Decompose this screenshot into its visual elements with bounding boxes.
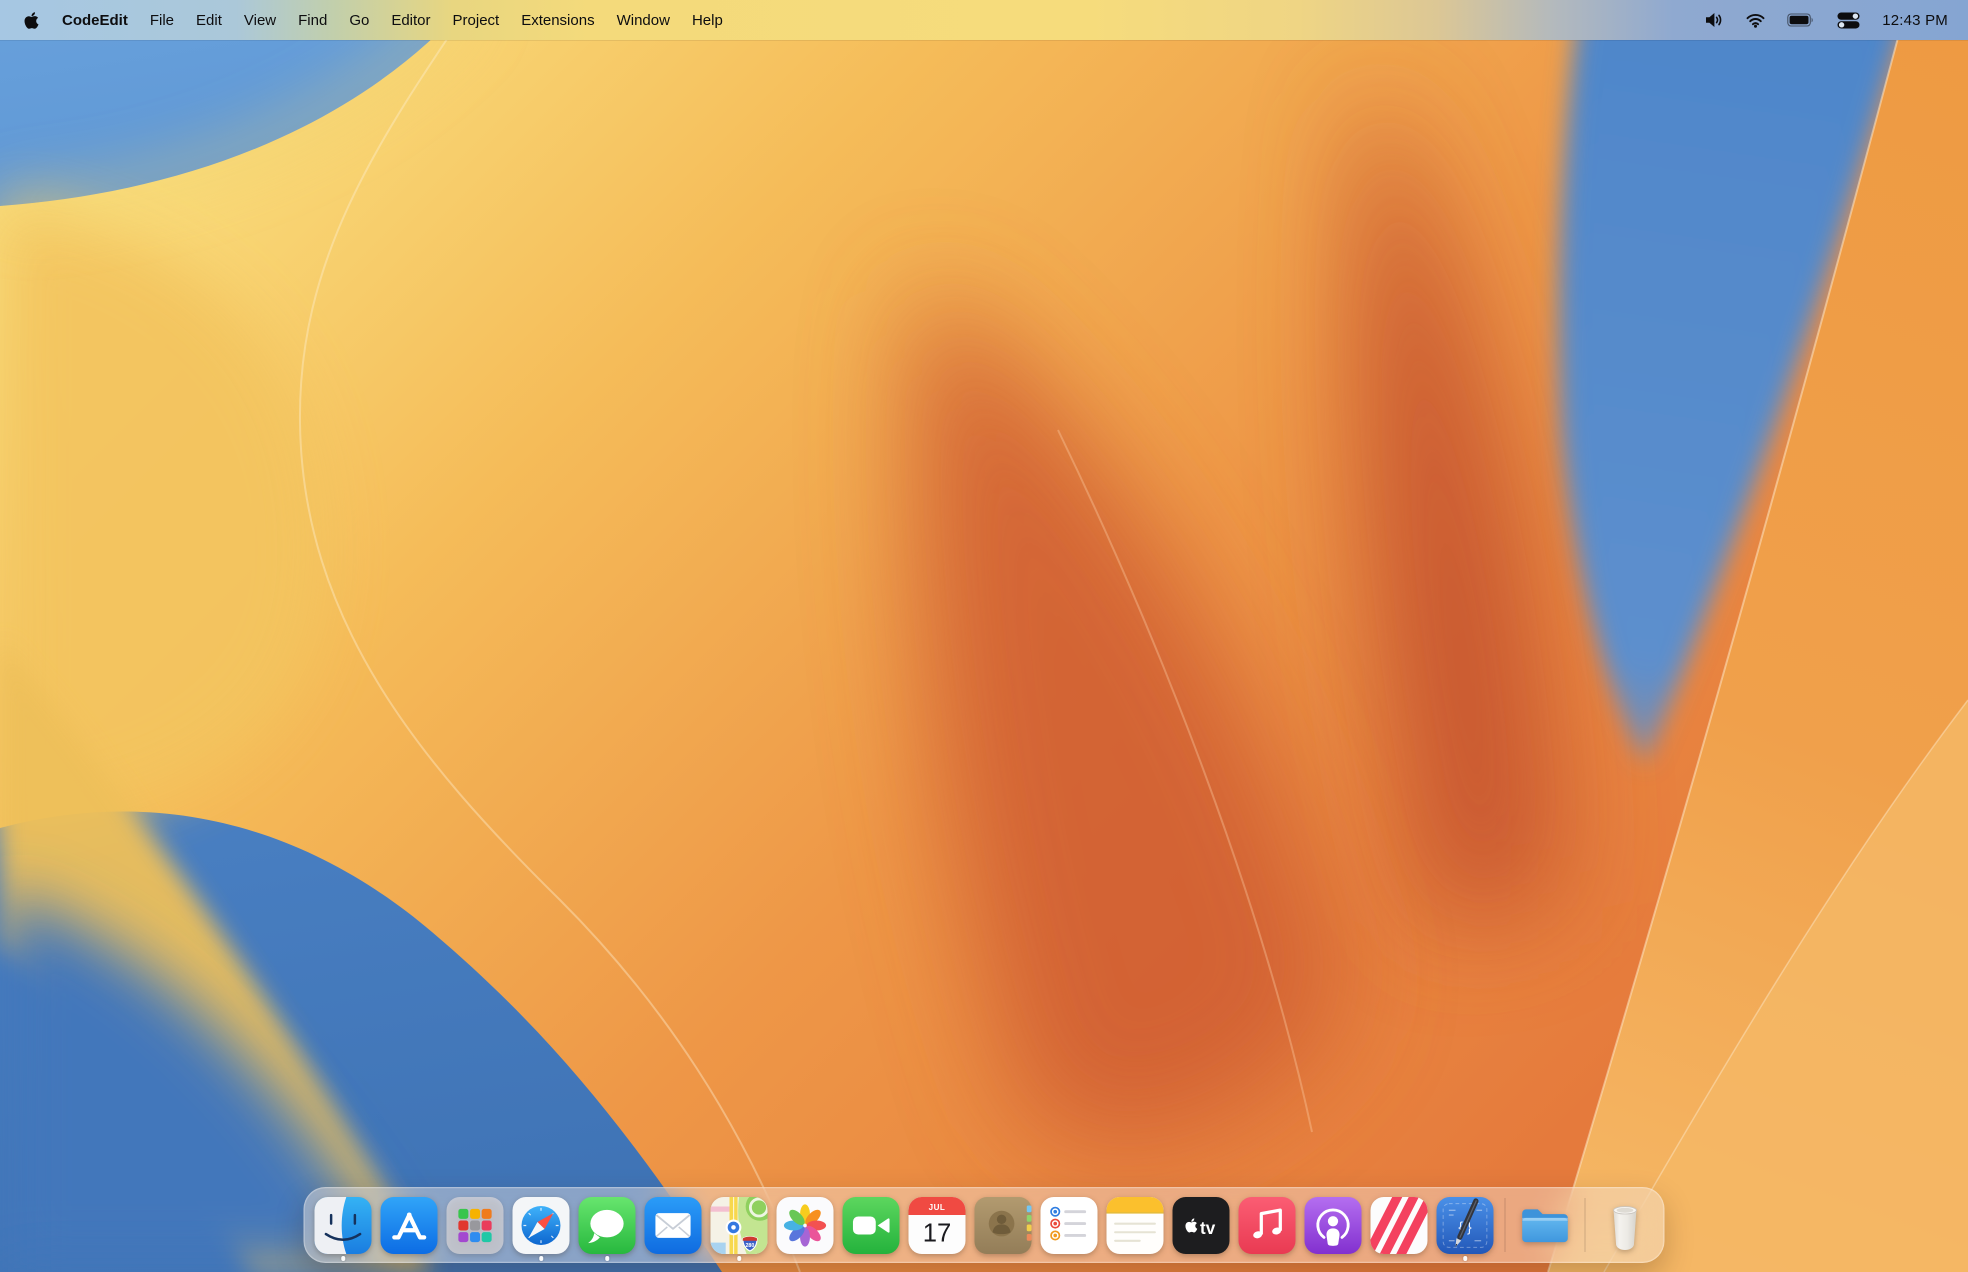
- dock-item-reminders[interactable]: [1041, 1197, 1098, 1254]
- battery-icon[interactable]: [1779, 13, 1823, 27]
- dock-item-facetime[interactable]: [843, 1197, 900, 1254]
- news-icon: [1371, 1197, 1428, 1254]
- menubar-menus: FileEditViewFindGoEditorProjectExtension…: [139, 12, 734, 29]
- dock-separator: [1505, 1198, 1506, 1252]
- photos-icon: [777, 1197, 834, 1254]
- dock-item-messages[interactable]: [579, 1197, 636, 1254]
- contacts-icon: [975, 1197, 1032, 1254]
- maps-badge-text: 280: [745, 1242, 754, 1248]
- apple-tv-label: tv: [1200, 1219, 1216, 1238]
- menu-view[interactable]: View: [233, 12, 287, 29]
- safari-icon: [513, 1197, 570, 1254]
- launchpad-icon: [447, 1197, 504, 1254]
- dock-item-mail[interactable]: [645, 1197, 702, 1254]
- trash-icon: [1597, 1197, 1654, 1254]
- menu-app-name[interactable]: CodeEdit: [51, 12, 139, 29]
- dock-item-apple-tv[interactable]: tv: [1173, 1197, 1230, 1254]
- dock-item-podcasts[interactable]: [1305, 1197, 1362, 1254]
- dock-item-music[interactable]: [1239, 1197, 1296, 1254]
- menu-editor[interactable]: Editor: [380, 12, 441, 29]
- volume-icon[interactable]: [1696, 12, 1732, 28]
- menu-bar-clock[interactable]: 12:43 PM: [1874, 12, 1952, 29]
- wifi-icon[interactable]: [1738, 13, 1773, 28]
- menu-project[interactable]: Project: [442, 12, 511, 29]
- finder-icon: [315, 1197, 372, 1254]
- menu-bar-status: 12:43 PM: [1696, 12, 1952, 29]
- apple-menu[interactable]: [22, 11, 51, 30]
- messages-icon: [579, 1197, 636, 1254]
- app-store-icon: [381, 1197, 438, 1254]
- dock-item-trash[interactable]: [1597, 1197, 1654, 1254]
- dock: 280: [304, 1187, 1665, 1263]
- menu-extensions[interactable]: Extensions: [510, 12, 605, 29]
- reminders-icon: [1041, 1197, 1098, 1254]
- dock-item-maps[interactable]: 280: [711, 1197, 768, 1254]
- control-center-icon[interactable]: [1829, 12, 1868, 29]
- dock-item-folder[interactable]: [1517, 1197, 1574, 1254]
- codeedit-icon: { }: [1437, 1197, 1494, 1254]
- calendar-month-text: JUL: [929, 1202, 946, 1211]
- dock-item-notes[interactable]: [1107, 1197, 1164, 1254]
- calendar-icon: JUL 17: [909, 1197, 966, 1254]
- running-indicator: [737, 1256, 742, 1261]
- calendar-day-text: 17: [923, 1219, 952, 1247]
- menu-help[interactable]: Help: [681, 12, 734, 29]
- menu-edit[interactable]: Edit: [185, 12, 233, 29]
- facetime-icon: [843, 1197, 900, 1254]
- menu-bar-left: CodeEdit FileEditViewFindGoEditorProject…: [22, 11, 734, 30]
- menu-window[interactable]: Window: [606, 12, 681, 29]
- running-indicator: [539, 1256, 544, 1261]
- dock-item-safari[interactable]: [513, 1197, 570, 1254]
- dock-item-finder[interactable]: [315, 1197, 372, 1254]
- dock-item-app-store[interactable]: [381, 1197, 438, 1254]
- menu-bar: CodeEdit FileEditViewFindGoEditorProject…: [0, 0, 1968, 40]
- maps-icon: 280: [711, 1197, 768, 1254]
- podcasts-icon: [1305, 1197, 1362, 1254]
- music-icon: [1239, 1197, 1296, 1254]
- dock-item-news[interactable]: [1371, 1197, 1428, 1254]
- dock-item-contacts[interactable]: [975, 1197, 1032, 1254]
- apple-tv-icon: tv: [1173, 1197, 1230, 1254]
- menu-go[interactable]: Go: [338, 12, 380, 29]
- folder-icon: [1517, 1197, 1574, 1254]
- mail-icon: [645, 1197, 702, 1254]
- dock-item-launchpad[interactable]: [447, 1197, 504, 1254]
- running-indicator: [341, 1256, 346, 1261]
- desktop: CodeEdit FileEditViewFindGoEditorProject…: [0, 0, 1968, 1272]
- running-indicator: [605, 1256, 610, 1261]
- dock-item-photos[interactable]: [777, 1197, 834, 1254]
- notes-icon: [1107, 1197, 1164, 1254]
- dock-item-codeedit[interactable]: { }: [1437, 1197, 1494, 1254]
- desktop-wallpaper: [0, 0, 1968, 1272]
- menu-file[interactable]: File: [139, 12, 185, 29]
- menu-find[interactable]: Find: [287, 12, 338, 29]
- dock-item-calendar[interactable]: JUL 17: [909, 1197, 966, 1254]
- running-indicator: [1463, 1256, 1468, 1261]
- dock-separator: [1585, 1198, 1586, 1252]
- apple-logo-icon: [24, 11, 39, 30]
